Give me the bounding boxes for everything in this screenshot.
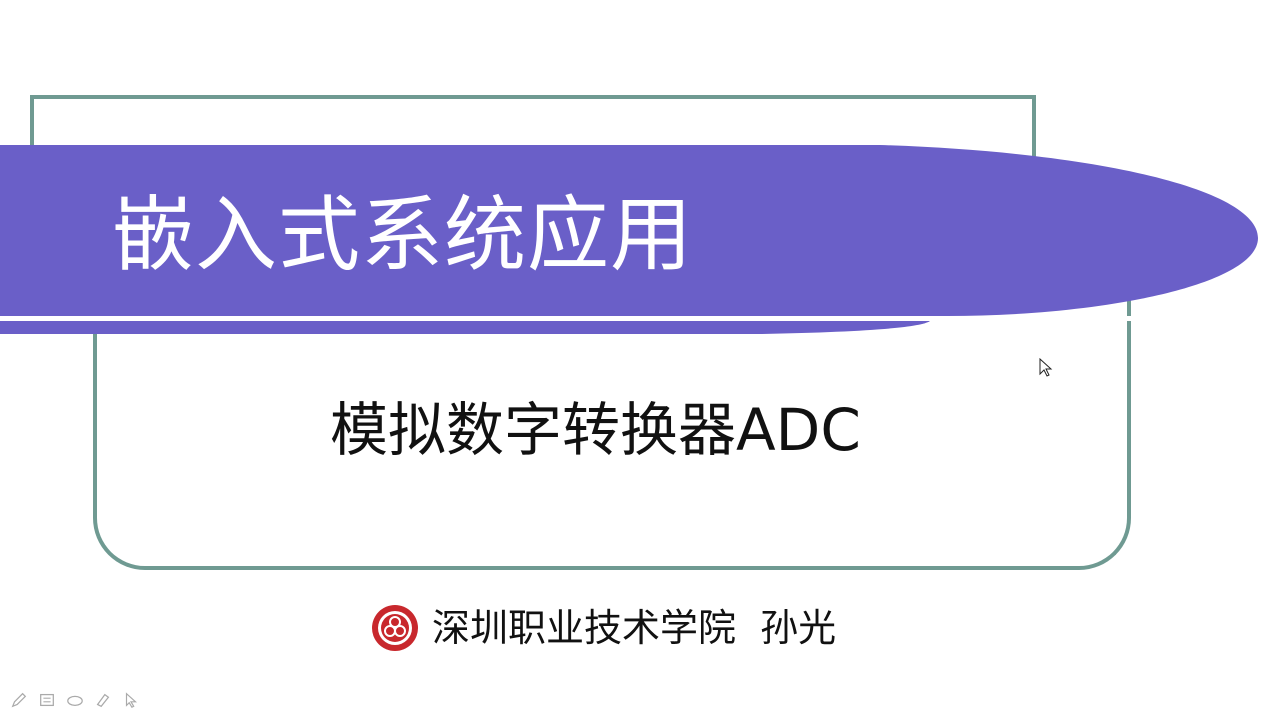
pointer-icon[interactable] [120,689,142,711]
institution-author-label: 深圳职业技术学院 孙光 [432,606,837,650]
highlighter-icon[interactable] [92,689,114,711]
slide-title: 嵌入式系统应用 [112,188,694,283]
slide-footer: 深圳职业技术学院 孙光 [370,600,836,656]
mouse-pointer-icon [1039,358,1053,377]
school-seal-icon [372,605,418,651]
slides-icon[interactable] [36,689,58,711]
pen-icon[interactable] [8,689,30,711]
presentation-slide: 嵌入式系统应用 模拟数字转换器ADC 深圳职业技术学院 孙光 [0,0,1278,720]
slide-subtitle: 模拟数字转换器ADC [330,396,861,464]
presentation-toolbar [8,688,142,712]
eraser-icon[interactable] [64,689,86,711]
